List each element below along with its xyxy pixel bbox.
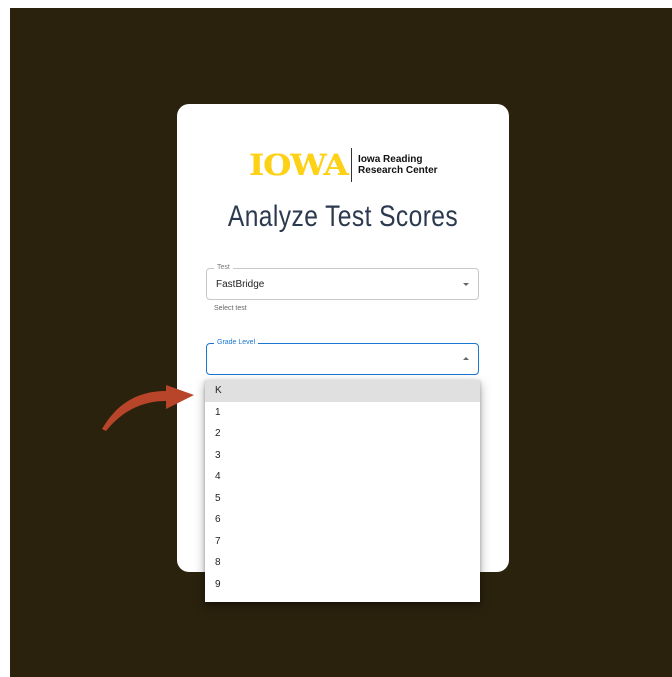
test-helper-text: Select test xyxy=(214,305,247,312)
chevron-up-icon xyxy=(463,357,469,360)
grade-option-2[interactable]: 2 xyxy=(205,423,480,445)
pointer-arrow-icon xyxy=(102,385,194,431)
grade-option-4[interactable]: 4 xyxy=(205,466,480,488)
grade-option-9[interactable]: 9 xyxy=(205,574,480,596)
grade-option-3[interactable]: 3 xyxy=(205,445,480,467)
grade-level-menu: K 1 2 3 4 5 6 7 8 9 xyxy=(205,380,480,602)
logo-divider xyxy=(351,148,353,182)
grade-option-7[interactable]: 7 xyxy=(205,531,480,553)
grade-level-label: Grade Level xyxy=(214,338,259,348)
test-select-value: FastBridge xyxy=(216,279,265,290)
grade-option-k[interactable]: K xyxy=(205,380,480,402)
iowa-logo: IOWA Iowa Reading Research Center xyxy=(249,148,438,182)
page-title: Analyze Test Scores xyxy=(227,200,459,233)
logo-center-line1: Iowa Reading xyxy=(358,154,423,165)
test-select[interactable]: Test FastBridge xyxy=(206,263,479,300)
iowa-wordmark: IOWA xyxy=(249,147,349,182)
grade-level-select[interactable]: Grade Level xyxy=(206,338,479,375)
logo-center-name: Iowa Reading Research Center xyxy=(358,154,437,176)
logo-center-line2: Research Center xyxy=(358,165,438,176)
grade-option-6[interactable]: 6 xyxy=(205,509,480,531)
test-select-label: Test xyxy=(214,263,233,273)
grade-option-5[interactable]: 5 xyxy=(205,488,480,510)
chevron-down-icon xyxy=(463,283,469,286)
grade-option-1[interactable]: 1 xyxy=(205,402,480,424)
grade-option-8[interactable]: 8 xyxy=(205,552,480,574)
